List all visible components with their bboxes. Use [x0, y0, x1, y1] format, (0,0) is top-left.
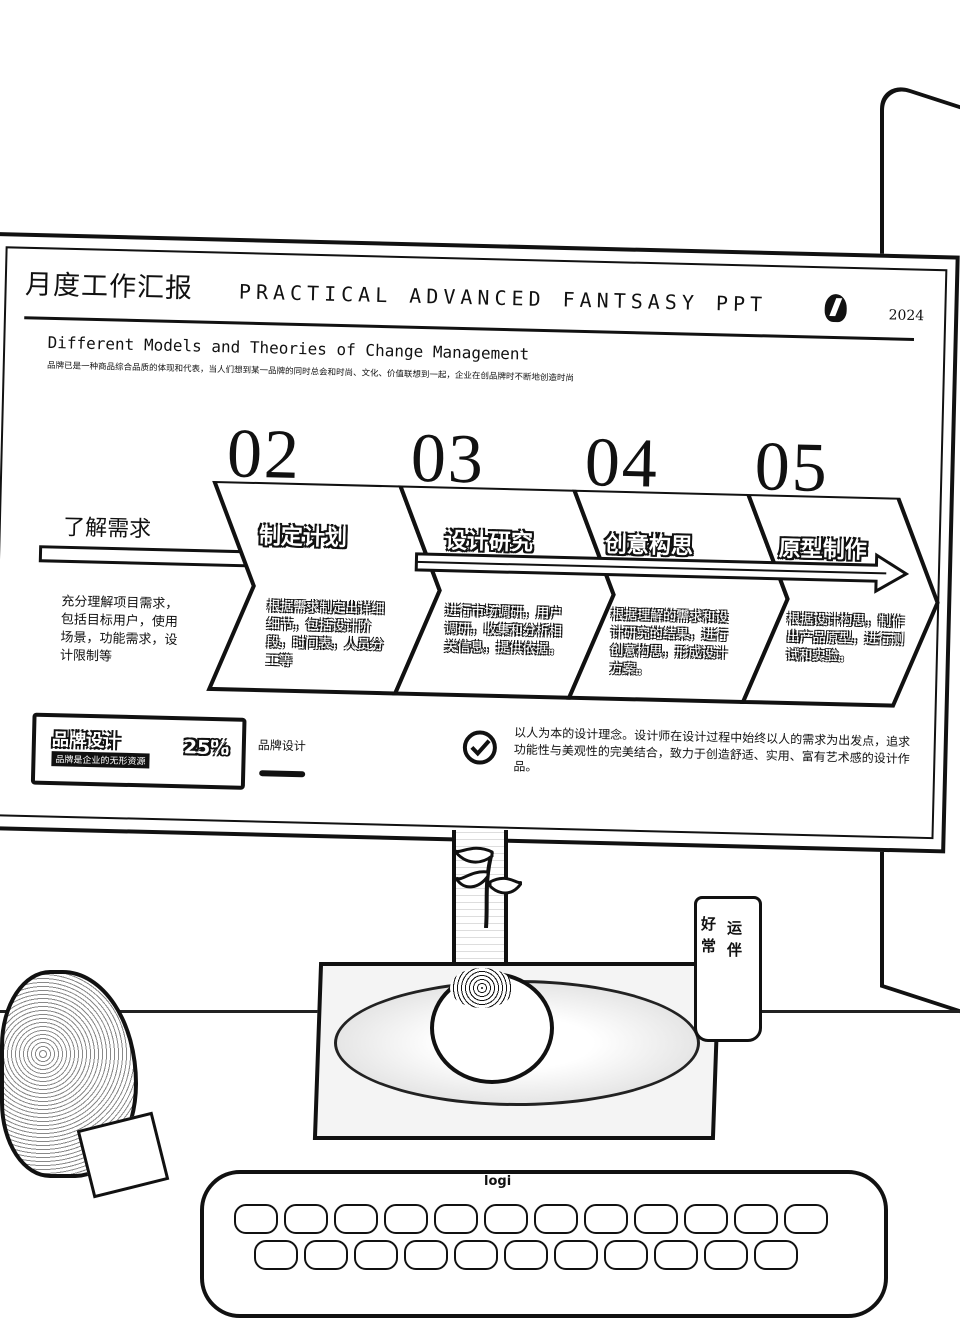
brand-progress-bar — [259, 770, 306, 778]
step-text: 根据需求制定出详细细节，包括设计阶段，时间表，人员分工等 — [265, 599, 385, 669]
cup-char: 运 — [727, 919, 743, 937]
step-text: 根据设计构思，制作出产品原型，进行测试和实验。 — [786, 612, 905, 665]
keyboard-key — [734, 1204, 778, 1234]
step-title: 制定计划 — [258, 523, 348, 552]
keyboard-key — [404, 1240, 448, 1270]
keyboard-key — [554, 1240, 598, 1270]
keyboard-key — [454, 1240, 498, 1270]
step-number: 04 — [583, 424, 660, 503]
presentation-slide: 月度工作汇报 PRACTICAL ADVANCED FANTSASY PPT 2… — [0, 246, 954, 839]
keyboard — [200, 1170, 888, 1318]
keyboard-key — [484, 1204, 528, 1234]
plant-icon — [452, 846, 522, 928]
step-title: 设计研究 — [444, 527, 534, 556]
keyboard-key — [284, 1204, 328, 1234]
keyboard-key — [254, 1240, 298, 1270]
brand-design-card: 品牌设计 品牌是企业的无形资源 25% — [30, 712, 247, 790]
moss-top — [450, 968, 514, 1008]
lucky-cup: 好 运 常 伴 — [694, 896, 762, 1042]
keyboard-key — [654, 1240, 698, 1270]
step-number: 03 — [409, 419, 486, 499]
cup-char: 好 — [701, 915, 717, 933]
keyboard-key — [784, 1204, 828, 1234]
slide-title-en: PRACTICAL ADVANCED FANTSASY PPT — [238, 279, 768, 317]
keyboard-key — [504, 1240, 548, 1270]
step-text: 充分理解项目需求，包括目标用户，使用场景，功能需求，设计限制等 — [59, 594, 179, 665]
keyboard-key — [304, 1240, 348, 1270]
step-title: 原型制作 — [778, 535, 868, 564]
keyboard-key — [634, 1204, 678, 1234]
keyboard-key — [354, 1240, 398, 1270]
step-text: 进行市场调研，用户调研，收集和分析相关信息，提供依据。 — [444, 603, 563, 658]
cup-char: 伴 — [727, 941, 743, 959]
keyboard-key — [534, 1204, 578, 1234]
slide-title-cn: 月度工作汇报 — [24, 269, 194, 305]
design-concept-text: 以人为本的设计理念。设计师在设计过程中始终以人的需求为出发点，追求功能性与美观性… — [513, 725, 911, 774]
keyboard-key — [704, 1240, 748, 1270]
step-title: 了解需求 — [62, 515, 152, 543]
step1-bar — [38, 545, 253, 568]
keyboard-key — [754, 1240, 798, 1270]
keyboard-key — [584, 1204, 628, 1234]
brand-card-title: 品牌设计 — [51, 730, 121, 752]
brand-label: 品牌设计 — [257, 738, 307, 754]
keyboard-key — [604, 1240, 648, 1270]
keyboard-key — [434, 1204, 478, 1234]
brand-card-subtitle: 品牌是企业的无形资源 — [51, 751, 150, 769]
step-number: 02 — [226, 415, 302, 495]
slide-subtitle: Different Models and Theories of Change … — [47, 332, 530, 364]
keyboard-key — [334, 1204, 378, 1234]
lightbulb-icon — [824, 293, 848, 323]
step-text: 根据理解的需求和设计研究的结果，进行创意构思，形成设计方案。 — [609, 607, 729, 678]
keyboard-brand: logi — [484, 1174, 512, 1189]
step-title: 创意构思 — [604, 531, 694, 560]
check-circle-icon — [462, 730, 497, 765]
keyboard-key — [384, 1204, 428, 1234]
keyboard-key — [684, 1204, 728, 1234]
step-number: 05 — [753, 428, 830, 507]
keyboard-key — [234, 1204, 278, 1234]
brand-card-percent: 25% — [183, 736, 230, 760]
cup-char: 常 — [701, 937, 717, 955]
slide-year: 2024 — [888, 307, 925, 325]
